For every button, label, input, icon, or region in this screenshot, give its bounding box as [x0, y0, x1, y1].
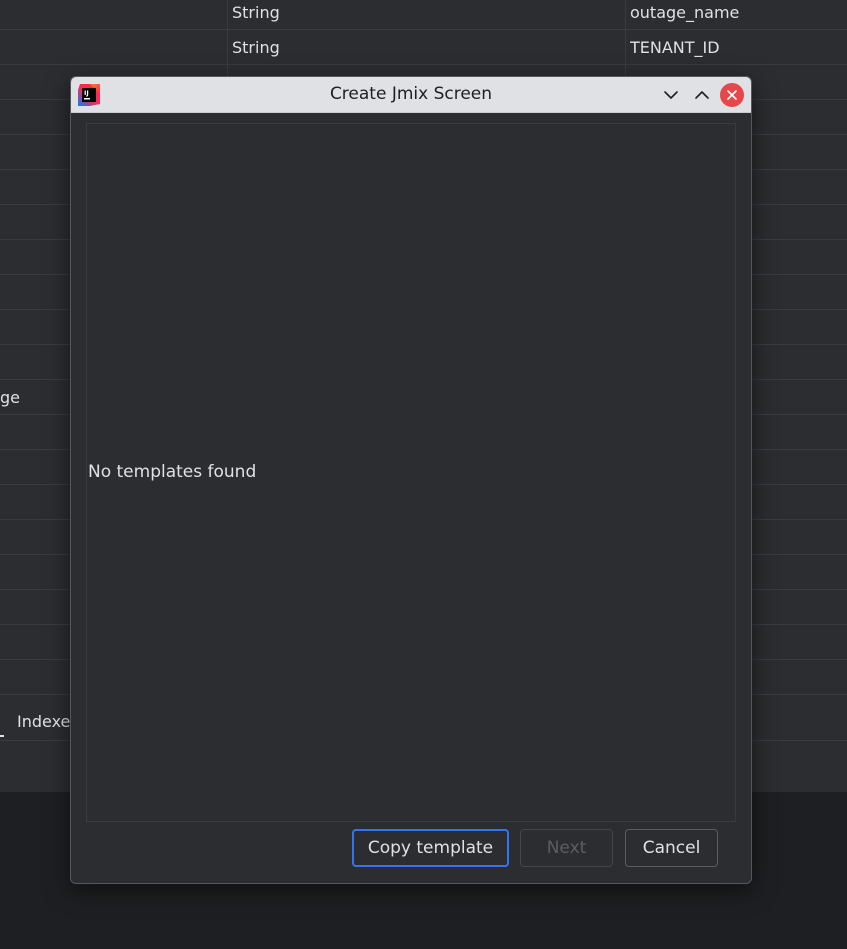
column-divider [625, 30, 626, 64]
chevron-up-icon[interactable] [689, 82, 715, 108]
column-name-cell: TENANT_ID [630, 38, 720, 57]
templates-panel: No templates found [86, 123, 736, 822]
attribute-name-cell [0, 34, 220, 62]
background-table-row[interactable]: String TENANT_ID [0, 30, 847, 65]
column-divider [227, 0, 228, 29]
dialog-titlebar[interactable]: IJ Create Jmix Screen [71, 77, 751, 113]
background-tab-marker [0, 735, 4, 737]
background-tab-label[interactable]: Indexe [17, 711, 70, 733]
chevron-down-icon[interactable] [658, 82, 684, 108]
background-table-row[interactable]: String outage_name [0, 0, 847, 30]
cancel-button[interactable]: Cancel [625, 829, 718, 867]
attribute-type-cell: String [232, 3, 280, 22]
column-divider [625, 0, 626, 29]
column-divider [227, 30, 228, 64]
attribute-type-cell: String [232, 38, 280, 57]
copy-template-button[interactable]: Copy template [352, 829, 509, 867]
attribute-name-cell [0, 0, 220, 27]
close-icon[interactable] [720, 83, 744, 107]
dialog-title: Create Jmix Screen [329, 84, 493, 104]
next-button[interactable]: Next [520, 829, 613, 867]
create-jmix-screen-dialog: IJ Create Jmix Screen No templates found… [70, 76, 752, 884]
column-name-cell: outage_name [630, 3, 740, 22]
empty-state-message: No templates found [88, 462, 257, 482]
